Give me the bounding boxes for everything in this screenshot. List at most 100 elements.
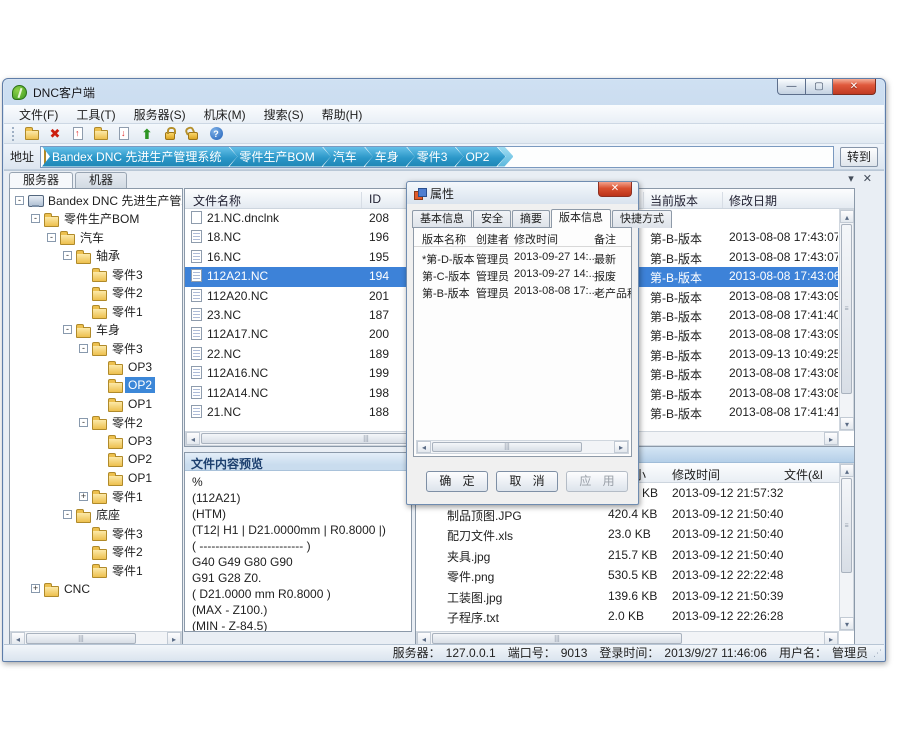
related-file-row[interactable]: 配刀文件.xls 23.0 KB 2013-09-12 21:50:40	[416, 524, 839, 545]
tree-node[interactable]: - 汽车	[10, 228, 182, 247]
new-folder-icon[interactable]	[24, 126, 40, 142]
file-name: 112A21.NC	[207, 269, 268, 283]
tree-node-label: OP2	[125, 451, 155, 467]
menu-item[interactable]: 帮助(H)	[313, 104, 372, 125]
dialog-tab[interactable]: 基本信息	[412, 210, 472, 228]
related-file-row[interactable]: 夹具.jpg 215.7 KB 2013-09-12 21:50:40	[416, 545, 839, 566]
tree-node[interactable]: 零件2	[10, 284, 182, 303]
dialog-tab[interactable]: 快捷方式	[612, 210, 672, 228]
title-bar[interactable]: DNC客户端	[3, 79, 885, 105]
tree-node[interactable]: 零件3	[10, 524, 182, 543]
tree-node[interactable]: OP3	[10, 432, 182, 451]
file-list-vertical-scrollbar[interactable]: ▴ ≡ ▾	[839, 209, 854, 431]
ok-button[interactable]: 确 定	[426, 471, 488, 492]
related-file-row[interactable]: 子程序.txt 2.0 KB 2013-09-12 22:26:28	[416, 606, 839, 627]
help-icon[interactable]: ?	[208, 126, 224, 142]
related-file-row[interactable]: 制品顶图.JPG 420.4 KB 2013-09-12 21:50:40	[416, 504, 839, 525]
tree-expander-icon[interactable]: -	[31, 214, 40, 223]
tree-node[interactable]: - 车身	[10, 321, 182, 340]
view-tab[interactable]: 服务器	[9, 172, 73, 188]
import-file-icon[interactable]: ↑	[70, 126, 86, 142]
view-tab[interactable]: 机器	[75, 172, 127, 188]
tree-node[interactable]: - 零件2	[10, 413, 182, 432]
tree-expander-icon[interactable]: -	[63, 510, 72, 519]
check-in-file-icon[interactable]: ↓	[116, 126, 132, 142]
tree-node[interactable]: 零件1	[10, 302, 182, 321]
tree-node[interactable]: - 零件3	[10, 339, 182, 358]
tree-node[interactable]: - 轴承	[10, 247, 182, 266]
upload-icon[interactable]: ⬆	[139, 126, 155, 142]
related-file-name: 夹具.jpg	[447, 548, 490, 565]
toolbar-grip[interactable]	[12, 127, 15, 141]
close-panel-icon[interactable]: ✕	[863, 174, 872, 185]
version-time: 2013-09-27 14:...	[514, 268, 598, 280]
tree-node[interactable]: 零件3	[10, 265, 182, 284]
related-file-row[interactable]: 零件.png 530.5 KB 2013-09-12 22:22:48	[416, 565, 839, 586]
dialog-tab[interactable]: 版本信息	[551, 209, 611, 228]
minimize-button[interactable]: —	[777, 79, 806, 95]
export-folder-icon[interactable]	[93, 126, 109, 142]
column-modified-time[interactable]: 修改时间	[672, 466, 720, 483]
apply-button[interactable]: 应 用	[566, 471, 628, 492]
column-modified-time[interactable]: 修改时间	[514, 231, 558, 247]
tree-node-label: 轴承	[93, 246, 123, 265]
delete-icon[interactable]: ✖	[47, 126, 63, 142]
menu-item[interactable]: 搜索(S)	[255, 104, 313, 125]
go-button[interactable]: 转到	[840, 147, 878, 167]
column-file-name[interactable]: 文件名称	[193, 192, 241, 209]
breadcrumb-segment[interactable]: 零件3	[407, 147, 464, 167]
column-note[interactable]: 备注	[594, 231, 616, 247]
breadcrumb-segment[interactable]: 零件生产BOM	[229, 147, 330, 167]
tree-expander-icon[interactable]: +	[31, 584, 40, 593]
dialog-horizontal-scrollbar[interactable]: ◂ ||| ▸	[416, 440, 629, 454]
menu-item[interactable]: 文件(F)	[10, 104, 67, 125]
version-row[interactable]: *第-D-版本 管理员 2013-09-27 14:... 最新	[414, 248, 631, 265]
tree-node[interactable]: - 底座	[10, 506, 182, 525]
tree-expander-icon[interactable]: -	[79, 344, 88, 353]
tree-node[interactable]: OP3	[10, 358, 182, 377]
dialog-close-button[interactable]: ✕	[598, 182, 632, 197]
menu-item[interactable]: 机床(M)	[195, 104, 255, 125]
breadcrumb[interactable]: Bandex DNC 先进生产管理系统零件生产BOM汽车车身零件3OP2	[40, 146, 834, 168]
tree-expander-icon[interactable]: -	[15, 196, 24, 205]
tree-node[interactable]: - Bandex DNC 先进生产管理系统	[10, 191, 182, 210]
file-icon	[191, 327, 202, 340]
tree-expander-icon[interactable]: -	[63, 325, 72, 334]
version-table-header[interactable]: 版本名称 创建者 修改时间 备注	[414, 228, 631, 247]
breadcrumb-segment[interactable]: Bandex DNC 先进生产管理系统	[42, 147, 237, 167]
tree-node[interactable]: 零件2	[10, 543, 182, 562]
tree-node[interactable]: OP1	[10, 469, 182, 488]
chevron-down-icon[interactable]: ▾	[848, 174, 854, 185]
column-current-version[interactable]: 当前版本	[650, 192, 698, 209]
tree-node[interactable]: + 零件1	[10, 487, 182, 506]
tree-expander-icon[interactable]: -	[79, 418, 88, 427]
lock-icon[interactable]	[162, 126, 178, 142]
version-row[interactable]: 第-C-版本 管理员 2013-09-27 14:... 报废	[414, 265, 631, 282]
tree-expander-icon[interactable]: +	[79, 492, 88, 501]
column-creator[interactable]: 创建者	[476, 231, 509, 247]
column-id[interactable]: ID	[369, 192, 381, 206]
tree-node[interactable]: OP2	[10, 450, 182, 469]
tree-expander-icon[interactable]: -	[63, 251, 72, 260]
tree-node[interactable]: + CNC	[10, 580, 182, 599]
column-file[interactable]: 文件(&l	[784, 466, 823, 483]
tree-node[interactable]: OP2	[10, 376, 182, 395]
tree-node[interactable]: OP1	[10, 395, 182, 414]
tree-node[interactable]: - 零件生产BOM	[10, 210, 182, 229]
menu-item[interactable]: 工具(T)	[67, 104, 124, 125]
menu-item[interactable]: 服务器(S)	[125, 104, 195, 125]
related-file-row[interactable]: 工装图.jpg 139.6 KB 2013-09-12 21:50:39	[416, 586, 839, 607]
version-row[interactable]: 第-B-版本 管理员 2013-08-08 17:... 老产品程序	[414, 282, 631, 299]
close-button[interactable]: ✕	[833, 79, 876, 95]
tree-node[interactable]: 零件1	[10, 561, 182, 580]
column-modified-date[interactable]: 修改日期	[729, 192, 777, 209]
cancel-button[interactable]: 取 消	[496, 471, 558, 492]
tree-expander-icon[interactable]: -	[47, 233, 56, 242]
resize-grip[interactable]: ⋰	[873, 648, 882, 659]
related-vertical-scrollbar[interactable]: ▴ ≡ ▾	[839, 463, 854, 631]
maximize-button[interactable]: ▢	[806, 79, 833, 95]
dialog-tab[interactable]: 摘要	[512, 210, 550, 228]
unlock-icon[interactable]	[185, 126, 201, 142]
column-version-name[interactable]: 版本名称	[422, 231, 466, 247]
dialog-tab[interactable]: 安全	[473, 210, 511, 228]
